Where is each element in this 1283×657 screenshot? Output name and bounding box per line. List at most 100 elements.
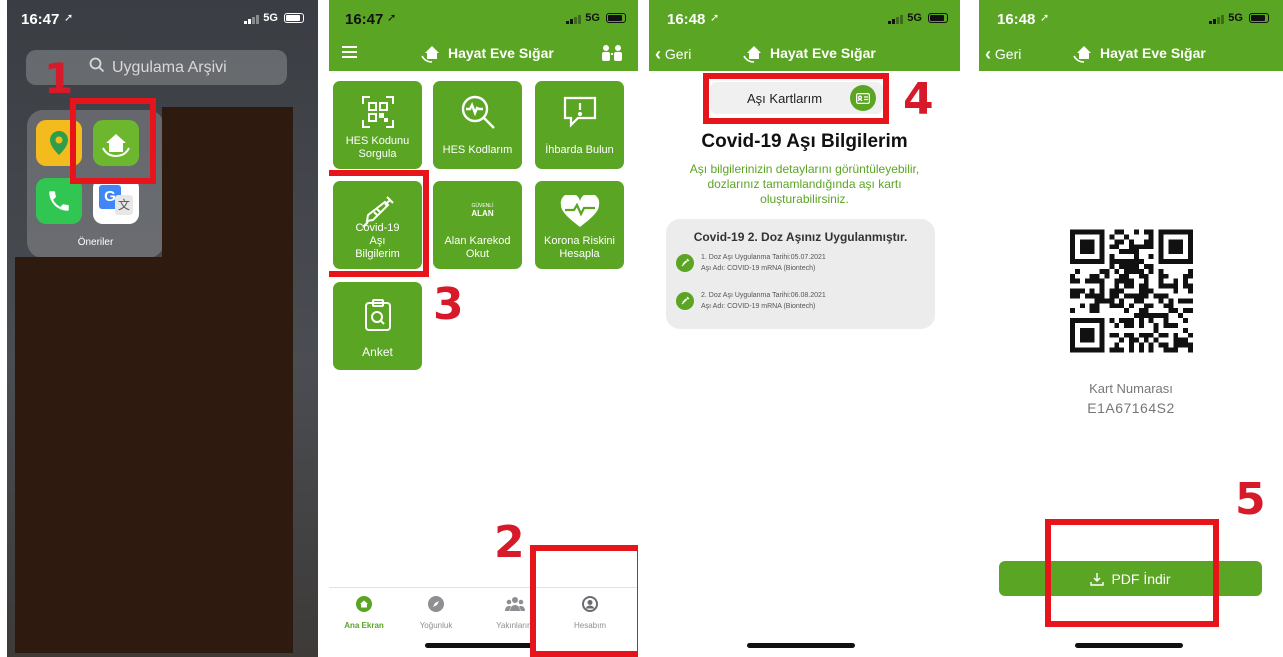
qr-module (1074, 318, 1080, 323)
tile-ihbarda-bulun[interactable]: İhbarda Bulun (535, 81, 624, 169)
tile-anket[interactable]: Anket (333, 282, 422, 370)
qr-module (1188, 308, 1193, 314)
magnifier-pulse-icon (433, 91, 522, 133)
qr-module (1079, 244, 1085, 250)
signal-icon (1209, 12, 1225, 25)
panel-home: 16:47 ➚ 5G Hayat Eve Sığar HES Kodunu So… (329, 0, 638, 657)
qr-module (1163, 273, 1169, 279)
qr-module (1143, 244, 1149, 250)
panel-app-library: 16:47 ➚ 5G Uygulama Arşivi G 文 Öneriler (7, 0, 318, 657)
qr-module (1168, 244, 1174, 250)
annotation-box-2 (530, 545, 638, 657)
qr-module (1119, 239, 1125, 245)
qr-module (1133, 244, 1139, 250)
qr-module (1074, 278, 1080, 284)
qr-module (1188, 229, 1193, 235)
back-button[interactable]: ‹ Geri (655, 44, 691, 65)
status-bar: 16:47 ➚ 5G (7, 0, 318, 36)
family-icon[interactable] (601, 44, 623, 67)
qr-module (1138, 268, 1144, 274)
tile-alan-karekod-okut[interactable]: GÜVENLİ ALAN Alan Karekod Okut (433, 181, 522, 269)
tile-hes-kodlarim[interactable]: HES Kodlarım (433, 81, 522, 169)
qr-module (1094, 303, 1100, 309)
qr-module (1158, 278, 1164, 284)
app-logo-icon (421, 43, 443, 68)
back-button[interactable]: ‹ Geri (985, 44, 1021, 65)
chevron-left-icon: ‹ (985, 44, 991, 64)
panel-vaccine-card: 16:48 ➚ 5G ‹ Geri Hayat Eve Sığar Kart N… (979, 0, 1283, 657)
status-network: 5G (888, 12, 948, 25)
qr-module (1158, 244, 1164, 250)
qr-module (1188, 347, 1193, 353)
header-title: Hayat Eve Sığar (1100, 45, 1206, 61)
qr-module (1099, 322, 1105, 328)
translate-app-icon[interactable]: G 文 (93, 178, 139, 224)
qr-module (1163, 303, 1169, 309)
qr-module (1089, 244, 1095, 250)
menu-icon[interactable] (342, 46, 357, 58)
qr-module (1094, 278, 1100, 284)
search-placeholder: Uygulama Arşivi (112, 59, 227, 76)
search-icon (89, 57, 105, 78)
qr-module (1148, 254, 1154, 260)
tile-label: Korona Riskini Hesapla (544, 235, 615, 260)
qr-module (1099, 288, 1105, 294)
tile-label: İhbarda Bulun (545, 144, 614, 156)
qr-module (1158, 229, 1164, 235)
qr-module (1070, 254, 1075, 260)
qr-module (1070, 244, 1075, 250)
qr-module (1124, 283, 1130, 289)
qr-module (1148, 263, 1154, 269)
qr-module (1070, 308, 1075, 314)
qr-module (1084, 337, 1090, 343)
qr-module (1178, 239, 1184, 245)
qr-module (1173, 244, 1179, 250)
qr-module (1183, 337, 1189, 343)
qr-module (1070, 293, 1075, 299)
qr-module (1133, 337, 1139, 343)
tab-ana-ekran[interactable]: Ana Ekran (329, 596, 399, 630)
qr-module (1079, 239, 1085, 245)
qr-module (1148, 288, 1154, 294)
qr-module (1178, 313, 1184, 319)
qr-module (1148, 303, 1154, 309)
tile-hes-kodunu-sorgula[interactable]: HES Kodunu Sorgula (333, 81, 422, 169)
qr-module (1094, 298, 1100, 304)
app-header: Hayat Eve Sığar (329, 36, 638, 71)
qr-module (1133, 259, 1139, 264)
qr-module (1079, 347, 1085, 353)
qr-module (1148, 244, 1154, 250)
qr-module (1183, 318, 1189, 323)
header-title: Hayat Eve Sığar (770, 45, 876, 61)
battery-icon (284, 13, 304, 24)
redacted-area (162, 107, 293, 257)
qr-module (1168, 283, 1174, 289)
qr-module (1099, 327, 1105, 333)
qr-module (1109, 303, 1115, 309)
qr-module (1188, 268, 1193, 274)
qr-module (1173, 347, 1179, 353)
qr-module (1153, 293, 1159, 299)
qr-module (1173, 322, 1179, 328)
card-number: E1A67164S2 (1087, 400, 1175, 416)
folder-label: Öneriler (77, 237, 114, 248)
qr-module (1129, 332, 1134, 338)
qr-module (1089, 337, 1095, 343)
tile-korona-riskini-hesapla[interactable]: Korona Riskini Hesapla (535, 181, 624, 269)
qr-module (1089, 259, 1095, 264)
qr-module (1173, 342, 1179, 348)
qr-module (1074, 293, 1080, 299)
qr-module (1089, 273, 1095, 279)
phone-app-icon[interactable] (36, 178, 82, 224)
qr-module (1138, 298, 1144, 304)
qr-module (1158, 239, 1164, 245)
tab-yogunluk[interactable]: Yoğunluk (401, 596, 471, 630)
qr-module (1163, 313, 1169, 319)
qr-module (1124, 273, 1130, 279)
status-bar: 16:47 ➚ 5G (329, 0, 638, 36)
qr-module (1143, 263, 1149, 269)
qr-module (1099, 318, 1105, 323)
signal-icon (566, 12, 582, 25)
qr-module (1188, 254, 1193, 260)
qr-module (1148, 318, 1154, 323)
